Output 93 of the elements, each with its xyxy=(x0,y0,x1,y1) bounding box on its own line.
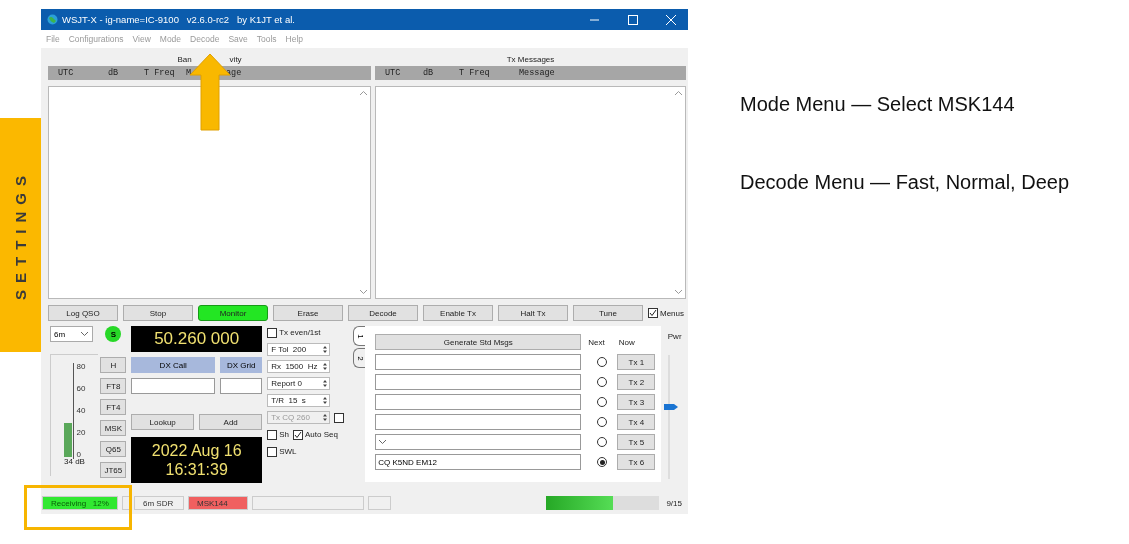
checkbox[interactable]: Tx even/1st xyxy=(267,327,321,338)
panel-title: Ban xyxy=(177,54,192,64)
toolbar-button[interactable]: Monitor xyxy=(198,305,268,321)
lookup-button[interactable]: Lookup xyxy=(131,414,195,430)
period-counter: 9/15 xyxy=(666,498,682,508)
clock-time: 16:31:39 xyxy=(165,460,228,479)
column-header: UTC xyxy=(58,68,75,78)
scroll-down-icon[interactable] xyxy=(359,289,368,295)
scroll-up-icon[interactable] xyxy=(359,90,368,96)
scroll-down-icon[interactable] xyxy=(674,289,683,295)
scroll-up-icon[interactable] xyxy=(674,90,683,96)
tab[interactable]: 1 xyxy=(353,326,366,346)
spin-arrows-icon xyxy=(321,412,330,423)
band-activity-area[interactable] xyxy=(48,86,371,299)
frequency-display: 50.260 000 xyxy=(131,326,263,352)
toolbar-button[interactable]: Halt Tx xyxy=(498,305,568,321)
tx-button[interactable]: Tx 2 xyxy=(617,374,656,390)
side-tab-label: SETTINGS xyxy=(12,169,29,301)
column-header: UTC xyxy=(385,68,402,78)
toolbar-button[interactable]: Enable Tx xyxy=(423,305,493,321)
check-icon xyxy=(293,430,302,439)
toolbar-button[interactable]: Stop xyxy=(123,305,193,321)
globe-icon xyxy=(47,14,58,25)
mode-button[interactable]: JT65 xyxy=(100,462,127,478)
dx-label: DX Grid xyxy=(220,357,263,373)
band-select[interactable]: 6m xyxy=(50,326,93,342)
message-field[interactable] xyxy=(375,354,582,370)
caret-icon xyxy=(80,331,89,337)
checkbox[interactable]: Auto Seq xyxy=(292,429,338,440)
checkbox[interactable]: SWL xyxy=(267,446,297,457)
meter-reading: 34 dB xyxy=(64,457,85,466)
scale-label: 0 xyxy=(75,451,82,459)
dx-label: DX Call xyxy=(131,357,216,373)
scale-label: 20 xyxy=(75,429,86,437)
mode-button[interactable]: FT4 xyxy=(100,399,127,415)
status-cell xyxy=(368,496,391,510)
mode-button[interactable]: FT8 xyxy=(100,378,127,394)
column-header: T Freq xyxy=(144,68,176,78)
tab[interactable]: 2 xyxy=(353,348,366,368)
receiving-status: Receiving 12% xyxy=(42,496,118,510)
scale-label: 40 xyxy=(75,407,86,415)
panel-title: Tx Messages xyxy=(506,54,555,64)
generate-button[interactable]: Generate Std Msgs xyxy=(375,334,582,350)
spin-box[interactable]: T/R 15 s xyxy=(267,394,331,407)
column-header: Message xyxy=(519,68,556,78)
add-button[interactable]: Add xyxy=(199,414,263,430)
toolbar-button[interactable]: Erase xyxy=(273,305,343,321)
tx-button[interactable]: Tx 6 xyxy=(617,454,656,470)
input-field[interactable] xyxy=(131,378,216,394)
column-header: T Freq xyxy=(459,68,491,78)
column-label: Now xyxy=(618,337,635,347)
message-field[interactable] xyxy=(375,414,582,430)
mode-status: MSK144 xyxy=(188,496,248,510)
slider-thumb[interactable] xyxy=(662,403,679,412)
toolbar-button[interactable]: Log QSO xyxy=(48,305,118,321)
spin-arrows-icon xyxy=(321,378,330,389)
tx-button[interactable]: Tx 4 xyxy=(617,414,656,430)
tx-button[interactable]: Tx 5 xyxy=(617,434,656,450)
status-indicator: S xyxy=(105,326,122,342)
note-text: Decode Menu — Fast, Normal, Deep xyxy=(740,171,1070,194)
spin-box[interactable]: Rx 1500 Hz xyxy=(267,360,331,373)
mode-button[interactable]: H xyxy=(100,357,127,373)
scale-label: 60 xyxy=(75,385,86,393)
window-title: WSJT-X - ig-name=IC-9100 v2.6.0-rc2 by K1JT et al. xyxy=(62,14,296,25)
message-field[interactable] xyxy=(375,374,582,390)
clock-date: 2022 Aug 16 xyxy=(151,441,242,460)
check-icon xyxy=(649,309,657,317)
tx-button[interactable]: Tx 1 xyxy=(617,354,656,370)
message-field[interactable] xyxy=(375,394,582,410)
toolbar-button[interactable]: Decode xyxy=(348,305,418,321)
spin-box[interactable]: F Tol 200 xyxy=(267,343,331,356)
mode-button[interactable]: MSK xyxy=(100,420,127,436)
message-dropdown[interactable] xyxy=(375,434,582,450)
checkbox[interactable] xyxy=(334,412,345,423)
column-header: dB xyxy=(423,68,435,78)
toolbar-button[interactable]: Tune xyxy=(573,305,643,321)
panel-title: vity xyxy=(229,54,242,64)
spin-arrows-icon xyxy=(321,395,330,406)
scale-label: 80 xyxy=(75,363,86,371)
tx-button[interactable]: Tx 3 xyxy=(617,394,656,410)
note-text: Mode Menu — Select MSK144 xyxy=(740,93,1016,116)
spin-arrows-icon xyxy=(321,361,330,372)
spin-arrows-icon xyxy=(321,344,330,355)
band-status: 6m SDR xyxy=(134,496,184,510)
spin-box[interactable]: Report 0 xyxy=(267,377,331,390)
input-field[interactable] xyxy=(220,378,263,394)
caret-icon xyxy=(378,439,388,445)
column-label: Next xyxy=(588,337,605,347)
mode-button[interactable]: Q65 xyxy=(100,441,127,457)
power-label: Pwr xyxy=(667,332,682,341)
message-field[interactable]: CQ K5ND EM12 xyxy=(375,454,582,470)
checkbox[interactable]: Menus xyxy=(648,308,684,318)
column-header: dB xyxy=(108,68,120,78)
